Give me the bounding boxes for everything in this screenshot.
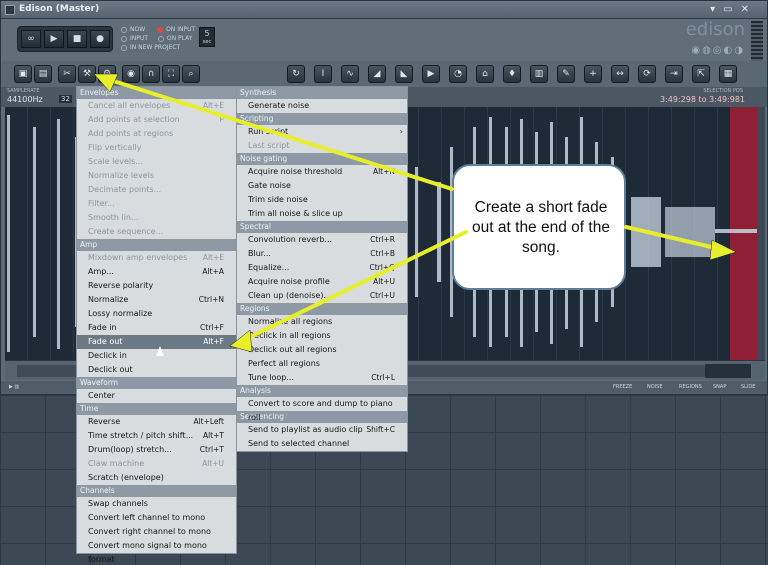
arrowhead-song-end: [709, 239, 737, 261]
screen: Edison (Master) ▾▭✕ ∞ ▶ ■ ● NOW ON INPUT…: [0, 0, 768, 565]
arrow-to-tools-menu: [102, 76, 454, 191]
arrow-to-song-end: [624, 225, 726, 252]
annotation-arrows: [93, 73, 737, 353]
arrow-to-fade-out: [242, 230, 468, 342]
arrowhead-fade-out: [229, 329, 253, 353]
